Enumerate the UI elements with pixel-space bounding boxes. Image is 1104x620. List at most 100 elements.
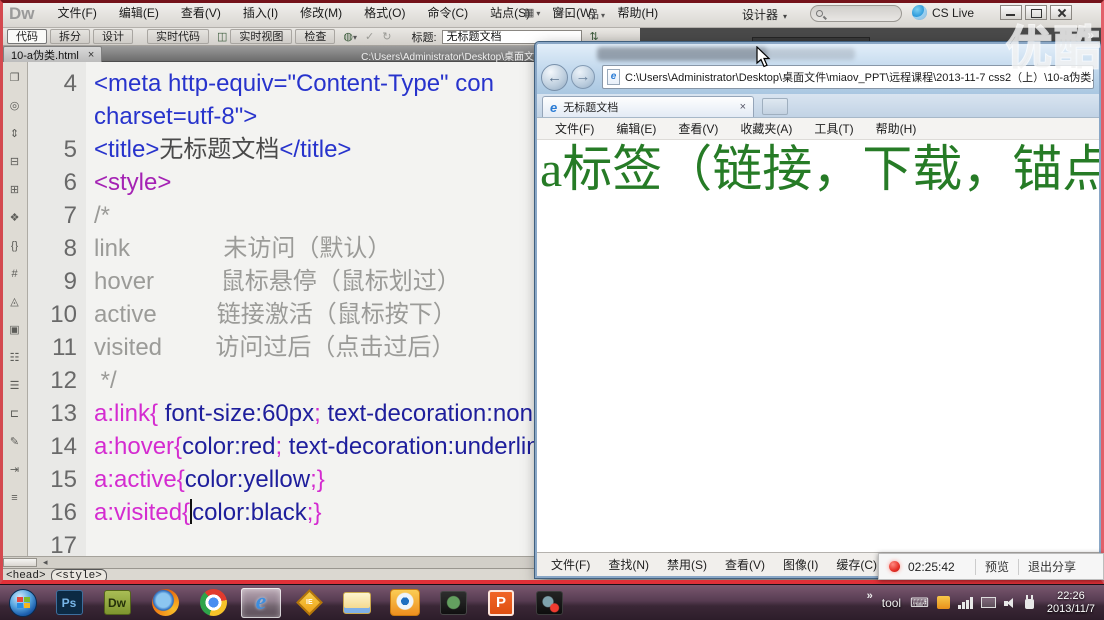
chrome-icon[interactable] <box>193 588 233 618</box>
taskbar-clock[interactable]: 22:26 2013/11/7 <box>1047 590 1095 616</box>
code-view-button[interactable]: 代码 <box>7 29 47 44</box>
highlight-invalid-code-icon[interactable]: ◬ <box>10 291 18 319</box>
close-button[interactable] <box>1050 5 1072 20</box>
syntax-coloring-icon[interactable]: ▣ <box>9 319 19 347</box>
dw-menu-item[interactable]: 命令(C) <box>416 0 479 27</box>
select-parent-tag-icon[interactable]: ❖ <box>10 207 20 235</box>
format-source-code-icon[interactable]: ≡ <box>11 487 17 515</box>
live-code-button[interactable]: 实时代码 <box>147 29 209 44</box>
ie-titlebar[interactable]: ← → e C:\Users\Administrator\Desktop\桌面文… <box>537 44 1099 94</box>
ie-menu-item[interactable]: 查看(V) <box>667 120 729 137</box>
cs-live-button[interactable]: CS Live <box>912 5 974 20</box>
dreamweaver-icon[interactable]: Dw <box>97 588 137 618</box>
restore-button[interactable] <box>1025 5 1047 20</box>
search-input[interactable] <box>810 5 902 22</box>
firefox-icon[interactable] <box>145 588 185 618</box>
refresh-design-view-icon[interactable]: ↻ <box>382 30 391 43</box>
balance-braces-icon[interactable]: {} <box>11 235 18 263</box>
ietester-icon[interactable]: IE <box>289 588 329 618</box>
recent-snippets-icon[interactable]: ✎ <box>10 431 19 459</box>
flag-pane-icon <box>24 603 30 608</box>
back-button[interactable]: ← <box>541 64 568 91</box>
dev-menu-item[interactable]: 查看(V) <box>716 556 774 573</box>
validate-markup-icon[interactable]: ✓ <box>365 30 374 43</box>
photoshop-icon[interactable]: Ps <box>49 588 89 618</box>
collapse-full-tag-icon[interactable]: ⇕ <box>10 123 19 151</box>
design-view-button[interactable]: 设计 <box>93 29 133 44</box>
wrap-tag-icon[interactable]: ⊏ <box>10 403 19 431</box>
screen-recorder-icon[interactable] <box>529 588 569 618</box>
display-tray-icon[interactable] <box>981 597 996 608</box>
clock-time: 22:26 <box>1047 590 1095 603</box>
dev-menu-item[interactable]: 文件(F) <box>542 556 599 573</box>
ie-menu-item[interactable]: 帮助(H) <box>865 120 928 137</box>
expand-all-icon[interactable]: ⊞ <box>10 179 19 207</box>
file-explorer-icon[interactable] <box>337 588 377 618</box>
site-management-button[interactable]: 品▾ <box>588 6 605 22</box>
minimize-button[interactable] <box>1000 5 1022 20</box>
dev-menu-item[interactable]: 禁用(S) <box>658 556 716 573</box>
photo-app-icon[interactable] <box>433 588 473 618</box>
chevron-down-icon: ▾ <box>601 11 605 20</box>
input-method-tray-icon[interactable] <box>937 596 950 609</box>
preview-in-browser-icon[interactable]: ◍▾ <box>343 30 357 43</box>
dw-menu-item[interactable]: 帮助(H) <box>606 0 669 27</box>
keyboard-tray-icon[interactable]: ⌨ <box>910 595 929 611</box>
internet-explorer-icon[interactable]: e <box>241 588 281 618</box>
clock-date: 2013/11/7 <box>1047 603 1095 616</box>
ie-menu-item[interactable]: 收藏夹(A) <box>729 120 803 137</box>
apply-comment-icon[interactable]: ☷ <box>10 347 20 375</box>
close-tab-icon[interactable]: × <box>88 49 94 61</box>
scrollbar-thumb[interactable] <box>3 558 37 567</box>
show-head-content-icon[interactable]: ◎ <box>10 95 20 123</box>
document-tab[interactable]: 10-a伪类.html × <box>3 46 102 62</box>
power-plug-tray-icon[interactable] <box>1025 599 1034 609</box>
dw-menu-item[interactable]: 插入(I) <box>232 0 289 27</box>
address-bar[interactable]: e C:\Users\Administrator\Desktop\桌面文件\mi… <box>602 65 1094 89</box>
ie-menu-item[interactable]: 编辑(E) <box>605 120 667 137</box>
expand-panels-icon[interactable]: » <box>1087 28 1094 42</box>
start-button[interactable] <box>5 588 41 618</box>
workspace-switcher[interactable]: 设计器▾ <box>742 6 787 23</box>
split-view-button[interactable]: 拆分 <box>50 29 90 44</box>
tag-selector-item[interactable]: <style> <box>51 569 107 583</box>
extensions-button[interactable]: ✳▾ <box>556 6 571 19</box>
remove-comment-icon[interactable]: ☰ <box>10 375 20 403</box>
webcam-app-icon[interactable] <box>385 588 425 618</box>
layout-switcher-button[interactable]: ▦▾ <box>524 6 540 19</box>
ie-menu-item[interactable]: 工具(T) <box>803 120 864 137</box>
split-view-icon[interactable]: ◫ <box>217 30 227 43</box>
exit-share-button[interactable]: 退出分享 <box>1028 558 1076 575</box>
pink-p-app-icon[interactable]: P <box>481 588 521 618</box>
new-tab-button[interactable] <box>762 98 788 115</box>
dw-menu-item[interactable]: 查看(V) <box>170 0 232 27</box>
dw-menu-item[interactable]: 格式(O) <box>353 0 416 27</box>
code-segment: color:yellow <box>185 466 310 493</box>
ie-tab-row: e 无标题文档 × <box>537 94 1099 118</box>
ie-menu-item[interactable]: 文件(F) <box>544 120 605 137</box>
tray-tool-label[interactable]: tool <box>882 596 901 610</box>
dev-menu-item[interactable]: 图像(I) <box>774 556 827 573</box>
volume-tray-icon[interactable] <box>1004 597 1017 609</box>
ie-page-link[interactable]: a标签（链接，下载，锚点 <box>537 140 1099 198</box>
dw-menu-item[interactable]: 文件(F) <box>47 0 108 27</box>
show-hidden-icons[interactable]: » <box>867 590 873 602</box>
collapse-selection-icon[interactable]: ⊟ <box>10 151 19 179</box>
code-segment: text-decoration:none; <box>321 400 553 427</box>
live-view-button[interactable]: 实时视图 <box>230 29 292 44</box>
tag-selector-item[interactable]: <head> <box>6 570 46 582</box>
line-numbers-icon[interactable]: # <box>11 263 17 291</box>
inspect-button[interactable]: 检查 <box>295 29 335 44</box>
close-tab-icon[interactable]: × <box>740 101 746 113</box>
dw-menu-item[interactable]: 编辑(E) <box>108 0 170 27</box>
dev-menu-item[interactable]: 查找(N) <box>599 556 658 573</box>
network-signal-tray-icon[interactable] <box>958 597 973 609</box>
indent-code-icon[interactable]: ⇥ <box>10 459 19 487</box>
dw-menu-item[interactable]: 修改(M) <box>289 0 353 27</box>
forward-button[interactable]: → <box>571 65 595 89</box>
preview-button[interactable]: 预览 <box>985 558 1009 575</box>
scroll-left-icon[interactable]: ◂ <box>43 557 48 568</box>
ie-tab[interactable]: e 无标题文档 × <box>542 96 754 117</box>
screen-recorder-icon <box>536 591 563 615</box>
open-documents-icon[interactable]: ❐ <box>10 67 20 95</box>
